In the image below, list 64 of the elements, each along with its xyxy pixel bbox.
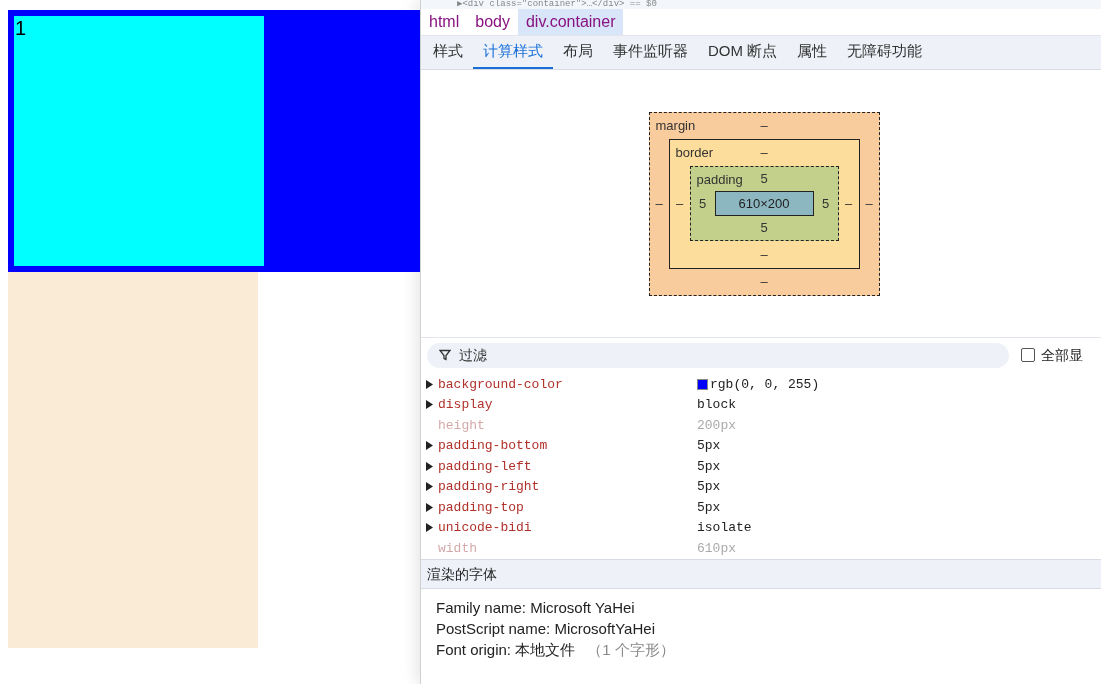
expand-triangle-icon[interactable] bbox=[426, 482, 433, 492]
box-value: – bbox=[655, 195, 663, 214]
box-value: – bbox=[760, 144, 768, 163]
box-value: – bbox=[865, 195, 873, 214]
box-value: 5 bbox=[821, 194, 830, 213]
show-all-label: 全部显 bbox=[1041, 345, 1084, 365]
property-name: padding-right bbox=[438, 478, 541, 496]
box-value: – bbox=[675, 194, 684, 213]
box-value: – bbox=[760, 117, 768, 136]
box-value: – bbox=[760, 273, 768, 292]
property-value: rgb(0, 0, 255) bbox=[710, 375, 820, 394]
property-name: unicode-bidi bbox=[438, 519, 533, 537]
property-value: block bbox=[697, 396, 736, 414]
property-name: display bbox=[438, 396, 494, 414]
show-all-checkbox[interactable] bbox=[1021, 348, 1035, 362]
color-swatch[interactable] bbox=[697, 378, 708, 390]
expand-triangle-icon[interactable] bbox=[426, 379, 433, 389]
property-name: width bbox=[438, 539, 478, 558]
breadcrumb[interactable]: html bbox=[421, 9, 468, 35]
panel-tab[interactable]: 样式 bbox=[423, 36, 473, 69]
panel-tab[interactable]: 事件监听器 bbox=[603, 36, 698, 69]
property-name: height bbox=[438, 416, 486, 435]
box-value: 5 bbox=[760, 219, 768, 238]
expand-triangle-icon[interactable] bbox=[426, 502, 433, 512]
property-name: padding-top bbox=[438, 498, 525, 517]
postscript-name-text: PostScript name: MicrosoftYaHei bbox=[436, 619, 656, 639]
expand-triangle-icon[interactable] bbox=[426, 441, 433, 451]
property-name: background-color bbox=[438, 375, 564, 394]
filter-icon bbox=[439, 349, 451, 361]
property-value: 200px bbox=[697, 416, 736, 435]
property-value: isolate bbox=[697, 519, 752, 537]
panel-tab[interactable]: 无障碍功能 bbox=[837, 36, 933, 69]
property-name: padding-bottom bbox=[438, 437, 549, 455]
property-value: 5px bbox=[697, 478, 721, 496]
box-value: 5 bbox=[698, 194, 707, 213]
property-value: 5px bbox=[697, 498, 721, 517]
margin-label: margin bbox=[655, 117, 696, 135]
panel-tab[interactable]: DOM 断点 bbox=[698, 36, 788, 69]
glyph-count-text: （1 个字形） bbox=[587, 640, 675, 660]
dom-code-line: ▶<div class="container">…</div> == $0 bbox=[456, 0, 657, 9]
breadcrumb[interactable]: div.container bbox=[517, 9, 624, 35]
filter-field[interactable]: 过滤 bbox=[427, 342, 1009, 368]
font-family-text: Family name: Microsoft YaHei bbox=[436, 598, 636, 618]
expand-triangle-icon[interactable] bbox=[426, 400, 433, 410]
border-label: border bbox=[675, 144, 714, 162]
panel-tab[interactable]: 布局 bbox=[553, 36, 603, 69]
content-box: 610×200 bbox=[714, 191, 814, 216]
property-name: padding-left bbox=[438, 457, 533, 476]
padding-label: padding bbox=[696, 171, 743, 189]
breadcrumb[interactable]: body bbox=[467, 9, 518, 35]
font-origin-text: Font origin: 本地文件 bbox=[436, 640, 576, 660]
panel-tab[interactable]: 属性 bbox=[787, 36, 838, 69]
property-value: 5px bbox=[697, 437, 721, 455]
box-value: – bbox=[844, 194, 853, 213]
inner-box: 1 bbox=[14, 16, 264, 266]
panel-tab[interactable]: 计算样式 bbox=[473, 36, 553, 69]
section-title: 渲染的字体 bbox=[427, 564, 497, 584]
box-value: – bbox=[760, 245, 768, 264]
expand-triangle-icon[interactable] bbox=[426, 523, 433, 533]
property-value: 610px bbox=[697, 539, 736, 558]
box-value: 5 bbox=[760, 170, 768, 189]
property-value: 5px bbox=[697, 457, 721, 476]
filter-input[interactable]: 过滤 bbox=[459, 344, 759, 366]
expand-triangle-icon[interactable] bbox=[426, 461, 433, 471]
